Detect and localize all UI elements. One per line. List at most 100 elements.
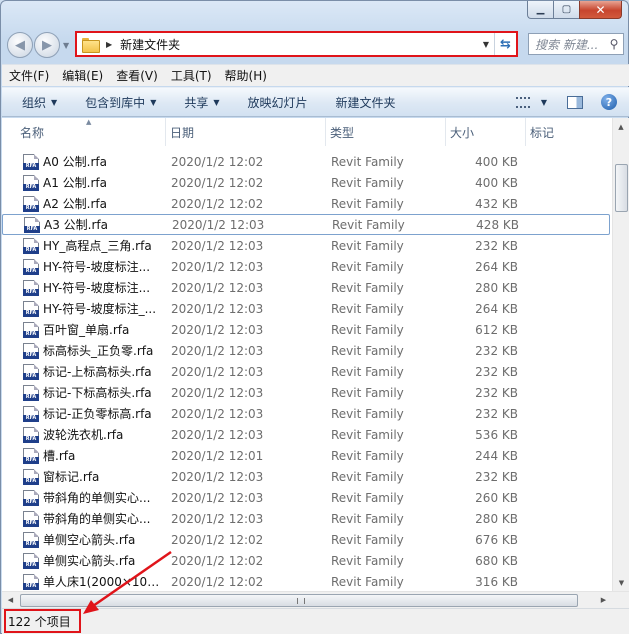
file-row[interactable]: 百叶窗_单扇.rfa 2020/1/2 12:03 Revit Family 612 …	[2, 319, 610, 340]
file-row[interactable]: 槽.rfa 2020/1/2 12:01 Revit Family 244 KB	[2, 445, 610, 466]
column-header-tags[interactable]: 标记	[526, 118, 610, 146]
search-input[interactable]: 搜索 新建...	[529, 36, 605, 53]
file-row[interactable]: 单侧实心箭头.rfa 2020/1/2 12:02 Revit Family 680 …	[2, 550, 610, 571]
scroll-right-button[interactable]: ▶	[595, 592, 612, 608]
refresh-button[interactable]: ⇆	[494, 33, 516, 55]
file-date: 2020/1/2 12:02	[171, 154, 264, 169]
file-row[interactable]: HY-符号-坡度标注... 2020/1/2 12:03 Revit Family 2…	[2, 256, 610, 277]
menu-help[interactable]: 帮助(H)	[225, 67, 267, 84]
view-options-icon[interactable]	[515, 96, 530, 108]
file-row[interactable]: 标记-上标高标头.rfa 2020/1/2 12:03 Revit Family 23…	[2, 361, 610, 382]
menu-edit[interactable]: 编辑(E)	[62, 67, 103, 84]
file-name-cell[interactable]: A0 公制.rfa	[2, 153, 166, 170]
file-row[interactable]: 标记-正负零标高.rfa 2020/1/2 12:03 Revit Family 23…	[2, 403, 610, 424]
vertical-scroll-thumb[interactable]	[615, 164, 628, 212]
column-header-type[interactable]: 类型	[326, 118, 446, 146]
file-name-cell[interactable]: 窗标记.rfa	[2, 468, 166, 485]
column-header-date[interactable]: 日期	[166, 118, 326, 146]
file-row[interactable]: A3 公制.rfa 2020/1/2 12:03 Revit Family 428 K…	[2, 214, 610, 235]
file-row[interactable]: A2 公制.rfa 2020/1/2 12:02 Revit Family 432 K…	[2, 193, 610, 214]
file-row[interactable]: 标记-下标高标头.rfa 2020/1/2 12:03 Revit Family 23…	[2, 382, 610, 403]
maximize-button[interactable]: ▢	[553, 1, 579, 19]
file-name-cell[interactable]: 单人床1(2000×100...	[2, 573, 166, 590]
file-row[interactable]: HY_高程点_三角.rfa 2020/1/2 12:03 Revit Family 2…	[2, 235, 610, 256]
refresh-icon: ⇆	[500, 36, 511, 52]
include-in-library-button[interactable]: 包含到库中 ▼	[85, 94, 156, 111]
item-count: 122 个项目	[4, 609, 81, 633]
forward-button[interactable]: ▶	[34, 32, 60, 58]
search-box[interactable]: 搜索 新建... ⚲	[528, 33, 624, 55]
address-path[interactable]: 新建文件夹	[120, 36, 478, 53]
scroll-down-button[interactable]: ▼	[613, 574, 629, 591]
folder-icon	[82, 37, 100, 53]
rfa-file-icon	[23, 237, 39, 254]
column-header-name[interactable]: ▲ 名称	[2, 118, 166, 146]
file-size: 264 KB	[475, 301, 518, 316]
file-row[interactable]: HY-符号-坡度标注... 2020/1/2 12:03 Revit Family 2…	[2, 277, 610, 298]
scroll-left-button[interactable]: ◀	[2, 592, 19, 608]
file-name-cell[interactable]: A1 公制.rfa	[2, 174, 166, 191]
column-header-size[interactable]: 大小	[446, 118, 526, 146]
rfa-file-icon	[23, 573, 39, 590]
file-row[interactable]: 标高标头_正负零.rfa 2020/1/2 12:03 Revit Family 23…	[2, 340, 610, 361]
file-date: 2020/1/2 12:02	[171, 532, 264, 547]
new-folder-button[interactable]: 新建文件夹	[336, 94, 396, 111]
arrow-left-icon: ◀	[15, 37, 25, 53]
recent-pages-dropdown[interactable]: ▼	[63, 41, 69, 50]
file-name-cell[interactable]: 单侧实心箭头.rfa	[2, 552, 166, 569]
rfa-file-icon	[24, 216, 40, 233]
file-name-cell[interactable]: A2 公制.rfa	[2, 195, 166, 212]
file-name-cell[interactable]: 带斜角的单侧实心...	[2, 489, 166, 506]
organize-button[interactable]: 组织 ▼	[22, 94, 57, 111]
share-button[interactable]: 共享 ▼	[184, 94, 219, 111]
preview-pane-icon[interactable]	[567, 95, 583, 109]
file-name-cell[interactable]: 带斜角的单侧实心...	[2, 510, 166, 527]
file-name-cell[interactable]: 波轮洗衣机.rfa	[2, 426, 166, 443]
file-row[interactable]: 带斜角的单侧实心... 2020/1/2 12:03 Revit Family 280…	[2, 508, 610, 529]
file-name-cell[interactable]: HY-符号-坡度标注...	[2, 258, 166, 275]
file-list-pane: ▲ 名称 日期 类型 大小 标记 A0 公制.rfa 2020/1/2 12:02…	[2, 118, 629, 608]
file-name-cell[interactable]: HY-符号-坡度标注_...	[2, 300, 166, 317]
file-name-cell[interactable]: 标记-下标高标头.rfa	[2, 384, 166, 401]
file-type: Revit Family	[331, 406, 404, 421]
file-row[interactable]: 单人床1(2000×100... 2020/1/2 12:02 Revit Fami…	[2, 571, 610, 592]
search-icon[interactable]: ⚲	[605, 37, 623, 51]
file-size: 260 KB	[475, 490, 518, 505]
file-name-cell[interactable]: A3 公制.rfa	[3, 216, 167, 233]
menu-view[interactable]: 查看(V)	[116, 67, 158, 84]
file-name: 槽.rfa	[43, 449, 76, 463]
file-name-cell[interactable]: 标记-正负零标高.rfa	[2, 405, 166, 422]
file-row[interactable]: 带斜角的单侧实心... 2020/1/2 12:03 Revit Family 260…	[2, 487, 610, 508]
file-row[interactable]: 波轮洗衣机.rfa 2020/1/2 12:03 Revit Family 536 K…	[2, 424, 610, 445]
slideshow-button[interactable]: 放映幻灯片	[248, 94, 308, 111]
minimize-button[interactable]: ▁	[527, 1, 553, 19]
file-row[interactable]: 窗标记.rfa 2020/1/2 12:03 Revit Family 232 KB	[2, 466, 610, 487]
file-row[interactable]: A0 公制.rfa 2020/1/2 12:02 Revit Family 400 K…	[2, 151, 610, 172]
file-size: 280 KB	[475, 280, 518, 295]
file-row[interactable]: 单侧空心箭头.rfa 2020/1/2 12:02 Revit Family 676 …	[2, 529, 610, 550]
menu-file[interactable]: 文件(F)	[9, 67, 49, 84]
file-name-cell[interactable]: HY_高程点_三角.rfa	[2, 237, 166, 254]
file-type: Revit Family	[331, 196, 404, 211]
file-row[interactable]: HY-符号-坡度标注_... 2020/1/2 12:03 Revit Family…	[2, 298, 610, 319]
horizontal-scroll-thumb[interactable]	[20, 594, 578, 607]
file-row[interactable]: A1 公制.rfa 2020/1/2 12:02 Revit Family 400 K…	[2, 172, 610, 193]
view-dropdown-icon[interactable]: ▼	[541, 98, 547, 107]
file-name: 波轮洗衣机.rfa	[43, 428, 124, 442]
address-bar[interactable]: ▶ 新建文件夹 ▼ ⇆	[75, 31, 518, 57]
scroll-up-button[interactable]: ▲	[613, 118, 629, 135]
breadcrumb-separator-icon[interactable]: ▶	[106, 40, 112, 49]
address-dropdown-icon[interactable]: ▼	[478, 40, 494, 49]
horizontal-scrollbar[interactable]: ◀ ▶	[2, 591, 629, 608]
file-name-cell[interactable]: 标高标头_正负零.rfa	[2, 342, 166, 359]
back-button[interactable]: ◀	[7, 32, 33, 58]
vertical-scrollbar[interactable]: ▲ ▼	[612, 118, 629, 591]
close-button[interactable]: ✕	[579, 1, 622, 19]
file-name-cell[interactable]: 百叶窗_单扇.rfa	[2, 321, 166, 338]
menu-tools[interactable]: 工具(T)	[171, 67, 212, 84]
file-name-cell[interactable]: 单侧空心箭头.rfa	[2, 531, 166, 548]
file-name-cell[interactable]: HY-符号-坡度标注...	[2, 279, 166, 296]
file-name-cell[interactable]: 槽.rfa	[2, 447, 166, 464]
help-icon[interactable]: ?	[601, 94, 617, 110]
file-name-cell[interactable]: 标记-上标高标头.rfa	[2, 363, 166, 380]
